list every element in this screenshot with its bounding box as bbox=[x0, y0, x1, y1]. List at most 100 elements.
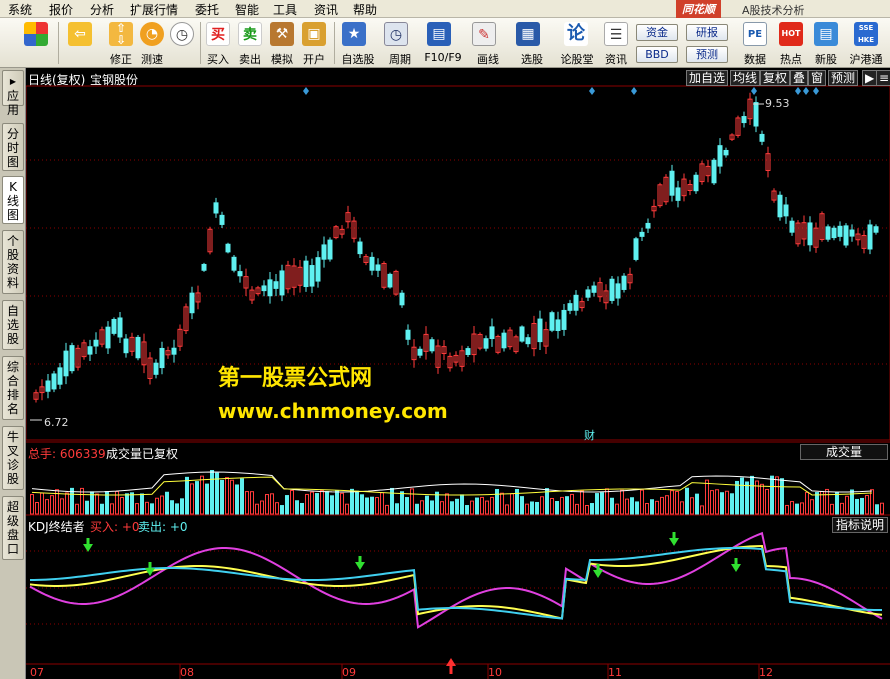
buy-button[interactable]: 买 买入 bbox=[204, 20, 232, 66]
pencil-icon: ✎ bbox=[472, 22, 496, 46]
candle-body bbox=[201, 263, 207, 271]
period-button[interactable]: ◷ 周期 bbox=[380, 20, 420, 66]
speedtest-button[interactable]: ◔ 测速 bbox=[138, 20, 166, 66]
stock-name: 宝钢股份 bbox=[90, 73, 139, 87]
kline-chart-area[interactable]: 日线(复权) 宝钢股份 加自选 均线 复权 叠 窗 预测 ▶ ≡ 9.53 6.… bbox=[26, 68, 890, 679]
menu-smart[interactable]: 智能 bbox=[235, 1, 259, 18]
volume-bar bbox=[810, 499, 814, 515]
forecast-button[interactable]: 预测 bbox=[686, 46, 728, 63]
candle-body bbox=[327, 239, 333, 260]
forum-button[interactable]: 论 论股堂 bbox=[556, 20, 598, 66]
menu-help[interactable]: 帮助 bbox=[353, 1, 377, 18]
volume-bar bbox=[375, 497, 379, 515]
volume-bar bbox=[590, 503, 594, 515]
financial-report-marker[interactable]: 财 bbox=[584, 427, 595, 443]
volume-bar bbox=[385, 504, 389, 515]
candle-body bbox=[117, 317, 123, 338]
open-account-button[interactable]: ▣ 开户 bbox=[300, 20, 328, 66]
tab-diagnosis[interactable]: 牛叉诊股 bbox=[2, 426, 24, 490]
volume-bar bbox=[40, 492, 44, 515]
volume-bar bbox=[865, 495, 869, 515]
volume-bar bbox=[710, 490, 714, 515]
menu-bars-icon[interactable]: ≡ bbox=[876, 70, 890, 86]
menu-extended-market[interactable]: 扩展行情 bbox=[130, 1, 178, 18]
x-axis-month: 11 bbox=[608, 666, 622, 679]
volume-bar bbox=[680, 501, 684, 515]
layout-button[interactable] bbox=[22, 20, 50, 66]
new-stock-button[interactable]: ▤ 新股 bbox=[810, 20, 842, 66]
news-button[interactable]: ☰ 资讯 bbox=[600, 20, 632, 66]
tab-stock-profile[interactable]: 个股资料 bbox=[2, 230, 24, 294]
revise-button[interactable]: ⇧ ⇩ 修正 bbox=[106, 20, 136, 66]
x-axis-month: 08 bbox=[180, 666, 194, 679]
candle-body bbox=[675, 187, 681, 201]
chart-canvas[interactable] bbox=[26, 68, 890, 679]
menu-news[interactable]: 资讯 bbox=[314, 1, 338, 18]
volume-bar bbox=[300, 502, 304, 515]
tab-super-orderbook[interactable]: 超级盘口 bbox=[2, 496, 24, 560]
f10-button[interactable]: ▤ F10/F9 bbox=[422, 20, 464, 66]
volume-bar bbox=[640, 489, 644, 515]
menu-quote[interactable]: 报价 bbox=[49, 1, 73, 18]
tab-watchlist[interactable]: 自选股 bbox=[2, 300, 24, 350]
tab-intraday[interactable]: 分时图 bbox=[2, 123, 24, 171]
volume-bar bbox=[480, 496, 484, 515]
volume-bar bbox=[155, 497, 159, 515]
candle-body bbox=[123, 338, 129, 354]
hk-connect-button[interactable]: SSE HKE 沪港通 bbox=[844, 20, 888, 66]
volume-bar bbox=[695, 493, 699, 515]
volume-bar bbox=[245, 491, 249, 515]
candle-body bbox=[51, 373, 57, 390]
volume-bar bbox=[570, 493, 574, 515]
volume-bar bbox=[550, 497, 554, 515]
menu-analysis[interactable]: 分析 bbox=[90, 1, 114, 18]
volume-bar bbox=[595, 493, 599, 515]
volume-bar bbox=[500, 492, 504, 515]
research-button[interactable]: 研报 bbox=[686, 24, 728, 41]
tab-apps[interactable]: ▶ 应用 bbox=[2, 70, 24, 117]
select-stock-button[interactable]: ▦ 选股 bbox=[512, 20, 552, 66]
add-watchlist-button[interactable]: 加自选 bbox=[686, 70, 729, 86]
hk-connect-icon: SSE HKE bbox=[854, 22, 878, 46]
ma-button[interactable]: 均线 bbox=[730, 70, 761, 86]
candle-body bbox=[555, 319, 561, 332]
indicator-help-button[interactable]: 指标说明 bbox=[832, 517, 888, 533]
tab-kline[interactable]: K线图 bbox=[2, 176, 24, 224]
forum-icon: 论 bbox=[564, 22, 588, 46]
menu-system[interactable]: 系统 bbox=[8, 1, 32, 18]
window-button[interactable]: 窗 bbox=[808, 70, 827, 86]
candle-body bbox=[759, 133, 765, 142]
back-button[interactable]: ⇦ bbox=[66, 20, 94, 66]
volume-bar bbox=[425, 495, 429, 515]
volume-bar bbox=[435, 491, 439, 515]
volume-bar bbox=[770, 475, 774, 515]
speed-button[interactable]: ◷ bbox=[168, 20, 196, 66]
tab-ranking[interactable]: 综合排名 bbox=[2, 356, 24, 420]
volume-bar bbox=[470, 500, 474, 515]
overlay-button[interactable]: 叠 bbox=[790, 70, 809, 86]
adjust-button[interactable]: 复权 bbox=[760, 70, 791, 86]
volume-selector[interactable]: 成交量 bbox=[800, 444, 888, 460]
volume-bar bbox=[845, 495, 849, 515]
data-button[interactable]: PE 数据 bbox=[738, 20, 772, 66]
hot-button[interactable]: HOT 热点 bbox=[774, 20, 808, 66]
candle-body bbox=[105, 326, 111, 349]
fund-button[interactable]: 资金 bbox=[636, 24, 678, 41]
menu-trade[interactable]: 委托 bbox=[195, 1, 219, 18]
menu-tools[interactable]: 工具 bbox=[273, 1, 297, 18]
simulate-button[interactable]: ⚒ 模拟 bbox=[268, 20, 296, 66]
event-diamond-icon bbox=[803, 87, 809, 95]
event-diamond-icon bbox=[751, 87, 757, 95]
volume-bar bbox=[35, 502, 39, 515]
volume-bar bbox=[535, 501, 539, 515]
volume-bar bbox=[495, 489, 499, 515]
forecast-chart-button[interactable]: 预测 bbox=[828, 70, 859, 86]
watchlist-button[interactable]: ★ 自选股 bbox=[338, 20, 378, 66]
draw-line-button[interactable]: ✎ 画线 bbox=[466, 20, 510, 66]
candle-body bbox=[669, 170, 675, 196]
x-axis-month: 07 bbox=[30, 666, 44, 679]
candle-body bbox=[213, 202, 219, 214]
play-icon[interactable]: ▶ bbox=[862, 70, 878, 86]
bbd-button[interactable]: BBD bbox=[636, 46, 678, 63]
sell-button[interactable]: 卖 卖出 bbox=[236, 20, 264, 66]
